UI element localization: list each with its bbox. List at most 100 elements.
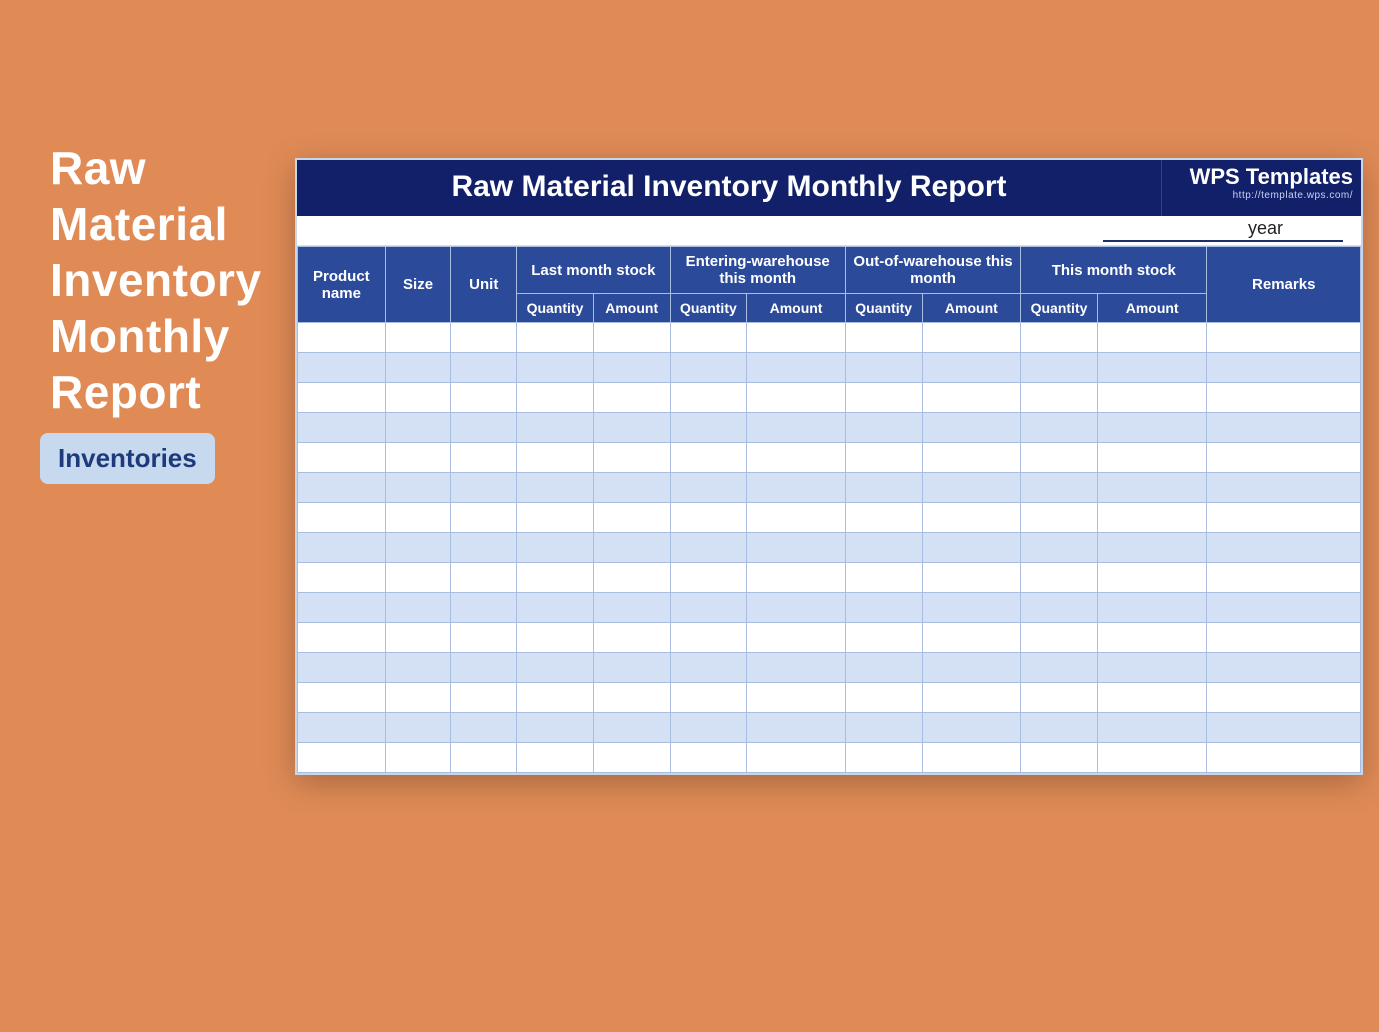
cell-unit[interactable] xyxy=(451,593,517,623)
cell-remarks[interactable] xyxy=(1207,593,1361,623)
cell-lm-qty[interactable] xyxy=(517,653,594,683)
cell-en-amt[interactable] xyxy=(747,623,846,653)
cell-out-qty[interactable] xyxy=(845,563,922,593)
cell-product-name[interactable] xyxy=(298,503,386,533)
cell-en-qty[interactable] xyxy=(670,623,747,653)
cell-out-amt[interactable] xyxy=(922,413,1021,443)
cell-tm-qty[interactable] xyxy=(1021,383,1098,413)
cell-en-qty[interactable] xyxy=(670,533,747,563)
cell-remarks[interactable] xyxy=(1207,683,1361,713)
cell-size[interactable] xyxy=(385,713,451,743)
cell-size[interactable] xyxy=(385,353,451,383)
cell-product-name[interactable] xyxy=(298,653,386,683)
cell-out-qty[interactable] xyxy=(845,593,922,623)
cell-lm-amt[interactable] xyxy=(593,383,670,413)
cell-product-name[interactable] xyxy=(298,623,386,653)
year-field[interactable]: year xyxy=(1103,218,1343,242)
cell-remarks[interactable] xyxy=(1207,503,1361,533)
cell-en-qty[interactable] xyxy=(670,473,747,503)
cell-out-amt[interactable] xyxy=(922,383,1021,413)
cell-unit[interactable] xyxy=(451,713,517,743)
cell-out-amt[interactable] xyxy=(922,713,1021,743)
cell-tm-amt[interactable] xyxy=(1097,563,1207,593)
cell-unit[interactable] xyxy=(451,563,517,593)
cell-tm-qty[interactable] xyxy=(1021,323,1098,353)
cell-lm-qty[interactable] xyxy=(517,683,594,713)
cell-tm-qty[interactable] xyxy=(1021,563,1098,593)
cell-en-qty[interactable] xyxy=(670,443,747,473)
cell-lm-amt[interactable] xyxy=(593,323,670,353)
cell-unit[interactable] xyxy=(451,413,517,443)
cell-en-amt[interactable] xyxy=(747,743,846,773)
cell-lm-amt[interactable] xyxy=(593,473,670,503)
cell-tm-amt[interactable] xyxy=(1097,503,1207,533)
cell-size[interactable] xyxy=(385,623,451,653)
cell-tm-amt[interactable] xyxy=(1097,713,1207,743)
cell-en-qty[interactable] xyxy=(670,323,747,353)
cell-remarks[interactable] xyxy=(1207,353,1361,383)
cell-remarks[interactable] xyxy=(1207,743,1361,773)
cell-out-amt[interactable] xyxy=(922,743,1021,773)
cell-lm-amt[interactable] xyxy=(593,593,670,623)
cell-tm-amt[interactable] xyxy=(1097,533,1207,563)
cell-remarks[interactable] xyxy=(1207,563,1361,593)
cell-en-amt[interactable] xyxy=(747,563,846,593)
cell-tm-amt[interactable] xyxy=(1097,623,1207,653)
cell-out-qty[interactable] xyxy=(845,623,922,653)
cell-size[interactable] xyxy=(385,593,451,623)
cell-remarks[interactable] xyxy=(1207,713,1361,743)
cell-out-qty[interactable] xyxy=(845,473,922,503)
cell-out-qty[interactable] xyxy=(845,353,922,383)
cell-out-amt[interactable] xyxy=(922,473,1021,503)
cell-en-qty[interactable] xyxy=(670,503,747,533)
cell-en-amt[interactable] xyxy=(747,323,846,353)
cell-product-name[interactable] xyxy=(298,533,386,563)
cell-out-amt[interactable] xyxy=(922,563,1021,593)
cell-remarks[interactable] xyxy=(1207,653,1361,683)
cell-product-name[interactable] xyxy=(298,743,386,773)
cell-out-qty[interactable] xyxy=(845,683,922,713)
cell-en-amt[interactable] xyxy=(747,653,846,683)
cell-out-amt[interactable] xyxy=(922,683,1021,713)
cell-tm-qty[interactable] xyxy=(1021,473,1098,503)
cell-out-amt[interactable] xyxy=(922,653,1021,683)
cell-size[interactable] xyxy=(385,653,451,683)
cell-lm-qty[interactable] xyxy=(517,713,594,743)
cell-product-name[interactable] xyxy=(298,353,386,383)
cell-lm-amt[interactable] xyxy=(593,653,670,683)
cell-size[interactable] xyxy=(385,503,451,533)
cell-size[interactable] xyxy=(385,383,451,413)
cell-size[interactable] xyxy=(385,743,451,773)
cell-tm-amt[interactable] xyxy=(1097,683,1207,713)
cell-lm-qty[interactable] xyxy=(517,383,594,413)
cell-unit[interactable] xyxy=(451,743,517,773)
cell-out-qty[interactable] xyxy=(845,533,922,563)
cell-en-amt[interactable] xyxy=(747,593,846,623)
cell-lm-amt[interactable] xyxy=(593,533,670,563)
cell-en-qty[interactable] xyxy=(670,683,747,713)
cell-product-name[interactable] xyxy=(298,563,386,593)
cell-en-amt[interactable] xyxy=(747,533,846,563)
cell-lm-amt[interactable] xyxy=(593,743,670,773)
cell-out-qty[interactable] xyxy=(845,323,922,353)
cell-out-amt[interactable] xyxy=(922,533,1021,563)
cell-en-amt[interactable] xyxy=(747,413,846,443)
cell-product-name[interactable] xyxy=(298,383,386,413)
cell-en-qty[interactable] xyxy=(670,713,747,743)
cell-en-qty[interactable] xyxy=(670,593,747,623)
cell-product-name[interactable] xyxy=(298,713,386,743)
cell-unit[interactable] xyxy=(451,653,517,683)
cell-size[interactable] xyxy=(385,413,451,443)
cell-lm-amt[interactable] xyxy=(593,623,670,653)
cell-tm-qty[interactable] xyxy=(1021,683,1098,713)
cell-out-qty[interactable] xyxy=(845,503,922,533)
cell-out-amt[interactable] xyxy=(922,353,1021,383)
cell-product-name[interactable] xyxy=(298,593,386,623)
cell-unit[interactable] xyxy=(451,683,517,713)
cell-lm-amt[interactable] xyxy=(593,443,670,473)
cell-size[interactable] xyxy=(385,533,451,563)
cell-tm-amt[interactable] xyxy=(1097,443,1207,473)
cell-tm-amt[interactable] xyxy=(1097,743,1207,773)
cell-size[interactable] xyxy=(385,683,451,713)
cell-remarks[interactable] xyxy=(1207,473,1361,503)
